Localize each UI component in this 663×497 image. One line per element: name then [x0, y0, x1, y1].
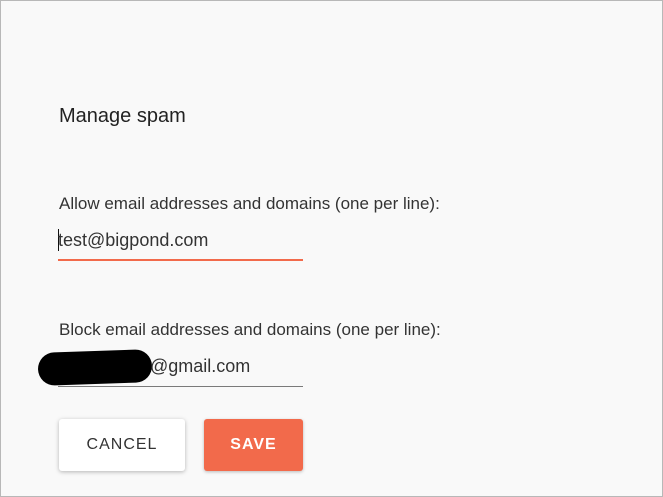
block-list-value: @gmail.com: [150, 356, 251, 376]
panel-title: Manage spam: [59, 105, 186, 127]
block-list-label: Block email addresses and domains (one p…: [59, 320, 441, 339]
redaction-mark: [37, 349, 153, 386]
cancel-button[interactable]: CANCEL: [59, 419, 185, 471]
allow-list-field[interactable]: test@bigpond.com: [58, 225, 303, 261]
allow-list-label: Allow email addresses and domains (one p…: [59, 194, 440, 213]
block-list-field[interactable]: @gmail.com: [37, 349, 303, 387]
manage-spam-panel: Manage spam Allow email addresses and do…: [0, 0, 663, 497]
save-button[interactable]: SAVE: [204, 419, 303, 471]
allow-list-value: test@bigpond.com: [58, 230, 209, 250]
